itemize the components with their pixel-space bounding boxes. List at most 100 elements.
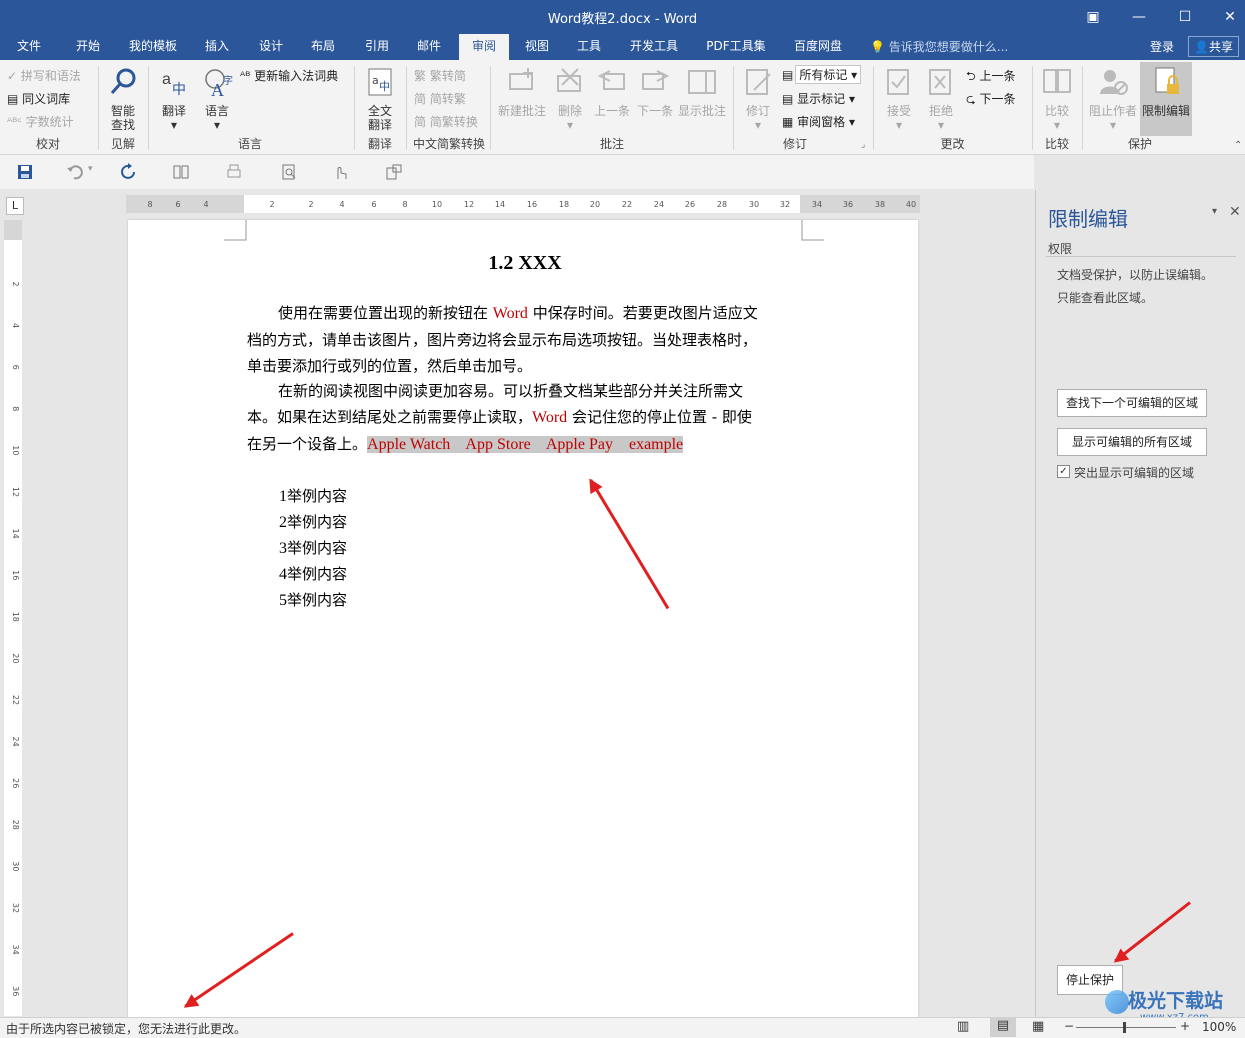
traditional-to-simplified-button[interactable]: 繁 繁转简 xyxy=(414,67,466,84)
tab-view[interactable]: 视图 xyxy=(514,34,560,60)
translate-button[interactable]: a中 翻译 ▾ xyxy=(155,66,193,132)
markup-select[interactable]: ▤ 所有标记 ▾ xyxy=(782,65,862,84)
show-all-editable-regions-button[interactable]: 显示可编辑的所有区域 xyxy=(1057,428,1207,456)
language-button[interactable]: A字 语言 ▾ xyxy=(198,66,236,132)
print-layout-view-icon[interactable]: ▤ xyxy=(990,1018,1016,1037)
reviewing-pane-button[interactable]: ▦ 审阅窗格 ▾ xyxy=(782,113,855,130)
undo-icon[interactable] xyxy=(66,163,84,181)
show-comments-button[interactable]: 显示批注 xyxy=(676,66,728,118)
read-mode-icon[interactable] xyxy=(172,163,190,181)
simplified-to-traditional-button[interactable]: 简 简转繁 xyxy=(414,90,466,107)
read-mode-view-icon[interactable]: ▥ xyxy=(957,1019,969,1034)
ruler-tick-label: 38 xyxy=(875,200,885,209)
share-button[interactable]: 👤共享 xyxy=(1188,36,1239,57)
customize-toolbar-icon[interactable] xyxy=(385,163,403,181)
tab-baidu-netdisk[interactable]: 百度网盘 xyxy=(786,34,850,60)
find-next-editable-region-button[interactable]: 查找下一个可编辑的区域 xyxy=(1057,389,1207,417)
track-changes-button[interactable]: 修订 ▾ xyxy=(740,66,776,132)
restrict-editing-button[interactable]: 限制编辑 xyxy=(1140,62,1192,136)
tab-layout[interactable]: 布局 xyxy=(300,34,346,60)
accept-button[interactable]: 接受 ▾ xyxy=(880,66,918,132)
p1-text-a: 使用在需要位置出现的新按钮在 xyxy=(278,304,493,322)
full-label-2: 翻译 xyxy=(367,118,392,132)
ruler-tick-label: 8 xyxy=(402,200,407,209)
reject-button[interactable]: 拒绝 ▾ xyxy=(922,66,960,132)
print-preview-icon[interactable] xyxy=(280,163,298,181)
ribbon: ✓ 拼写和语法 ▤ 同义词库 ᴬᴮᶜ 字数统计 校对 智能 查找 见解 a中 翻… xyxy=(0,60,1245,155)
tab-insert[interactable]: 插入 xyxy=(194,34,240,60)
login-link[interactable]: 登录 xyxy=(1150,38,1174,55)
close-button[interactable]: ✕ xyxy=(1207,4,1245,30)
tab-home[interactable]: 开始 xyxy=(64,34,112,60)
dialog-launcher-icon[interactable]: ⌟ xyxy=(861,140,865,150)
tab-developer[interactable]: 开发工具 xyxy=(622,34,686,60)
list-item: 5举例内容 xyxy=(279,591,348,609)
pane-title: 限制编辑 xyxy=(1048,207,1128,231)
tab-references[interactable]: 引用 xyxy=(354,34,400,60)
ribbon-tabs: 文件 开始 我的模板 插入 设计 布局 引用 邮件 审阅 视图 工具 开发工具 … xyxy=(0,34,1245,60)
zoom-slider[interactable] xyxy=(1076,1027,1176,1028)
compare-button[interactable]: 比较 ▾ xyxy=(1038,66,1076,132)
group-separator xyxy=(354,66,355,150)
tab-design[interactable]: 设计 xyxy=(248,34,294,60)
spelling-grammar-button[interactable]: ✓ 拼写和语法 xyxy=(7,67,81,84)
accept-icon xyxy=(887,69,909,95)
redo-icon[interactable] xyxy=(120,163,138,181)
word-count-button[interactable]: ᴬᴮᶜ 字数统计 xyxy=(7,113,74,130)
next-change-button[interactable]: ⮎ 下一条 xyxy=(966,90,1015,111)
block-authors-button[interactable]: 阻止作者 ▾ xyxy=(1088,66,1138,132)
pane-options-icon[interactable]: ▾ xyxy=(1212,206,1217,217)
tab-my-templates[interactable]: 我的模板 xyxy=(122,34,184,60)
collapse-ribbon-icon[interactable]: ⌃ xyxy=(1234,140,1242,151)
update-ime-dictionary-button[interactable]: ᴬᴮ 更新输入法词典 xyxy=(240,67,338,84)
magnifier-icon xyxy=(110,68,136,94)
ruler-tick-label: 8 xyxy=(147,200,152,209)
touch-mode-icon[interactable] xyxy=(332,163,350,181)
paragraph-1: 使用在需要位置出现的新按钮在 Word 中保存时间。若要更改图片适应文 档的方式… xyxy=(247,300,797,379)
tab-pdf-tools[interactable]: PDF工具集 xyxy=(700,34,772,60)
show-markup-button[interactable]: ▤ 显示标记 ▾ xyxy=(782,90,855,107)
pane-close-icon[interactable]: ✕ xyxy=(1229,204,1241,220)
ruler-tick-label: 22 xyxy=(622,200,632,209)
zoom-slider-thumb[interactable] xyxy=(1123,1022,1126,1033)
restrict-editing-pane xyxy=(1035,190,1245,1017)
zoom-in-button[interactable]: + xyxy=(1180,1019,1190,1033)
tab-review[interactable]: 审阅 xyxy=(459,34,509,60)
zoom-level[interactable]: 100% xyxy=(1202,1020,1236,1034)
delete-comment-button[interactable]: 删除 ▾ xyxy=(552,66,588,132)
chinese-conversion-button[interactable]: 简 简繁转换 xyxy=(414,113,478,130)
undo-dropdown-icon[interactable]: ▾ xyxy=(88,164,93,174)
markup-dropdown[interactable]: 所有标记 ▾ xyxy=(795,65,862,84)
highlight-editable-checkbox[interactable]: ✓ xyxy=(1057,465,1070,478)
tell-me-text: 告诉我您想要做什么... xyxy=(888,40,1009,54)
tab-tools[interactable]: 工具 xyxy=(566,34,612,60)
full-text-translate-button[interactable]: a中 全文 翻译 xyxy=(360,66,400,132)
svg-text:a: a xyxy=(162,71,171,88)
save-icon[interactable] xyxy=(16,163,34,181)
tell-me-search[interactable]: 💡 告诉我您想要做什么... xyxy=(870,38,1008,55)
horizontal-ruler[interactable]: 8 6 4 2 2 4 6 8 10 12 14 16 18 20 22 24 26 28 30 32 34 36 38 40… xyxy=(126,195,943,213)
vertical-ruler[interactable]: 2 4 6 8 10 12 14 16 18 20 22 24 26 28 30 32 34 36 xyxy=(4,220,22,1016)
smart-lookup-button[interactable]: 智能 查找 xyxy=(104,66,142,132)
ribbon-display-options-icon[interactable]: ▣ xyxy=(1070,4,1116,30)
tab-selector-icon[interactable]: L xyxy=(6,197,24,215)
next-comment-button[interactable]: 下一条 xyxy=(634,66,676,118)
group-separator xyxy=(148,66,149,150)
list-item: 1举例内容 xyxy=(279,487,348,505)
previous-comment-button[interactable]: 上一条 xyxy=(591,66,633,118)
minimize-button[interactable]: — xyxy=(1116,4,1162,30)
print-icon[interactable] xyxy=(225,163,243,181)
maximize-button[interactable]: ☐ xyxy=(1162,4,1208,30)
previous-change-button[interactable]: ⮌ 上一条 xyxy=(966,67,1015,88)
tab-file[interactable]: 文件 xyxy=(6,34,52,60)
editable-region-highlight[interactable]: Apple Watch App Store Apple Pay example xyxy=(367,436,684,453)
zoom-out-button[interactable]: − xyxy=(1064,1019,1074,1033)
group-separator xyxy=(1082,66,1083,150)
web-layout-view-icon[interactable]: ▦ xyxy=(1032,1019,1044,1034)
new-comment-button[interactable]: 新建批注 xyxy=(495,66,549,118)
tab-mailings[interactable]: 邮件 xyxy=(406,34,452,60)
ruler-tick-label: 34 xyxy=(812,200,822,209)
pane-section-permissions: 权限 xyxy=(1048,242,1073,256)
thesaurus-button[interactable]: ▤ 同义词库 xyxy=(7,90,70,107)
ruler-tick-label: 6 xyxy=(371,200,376,209)
